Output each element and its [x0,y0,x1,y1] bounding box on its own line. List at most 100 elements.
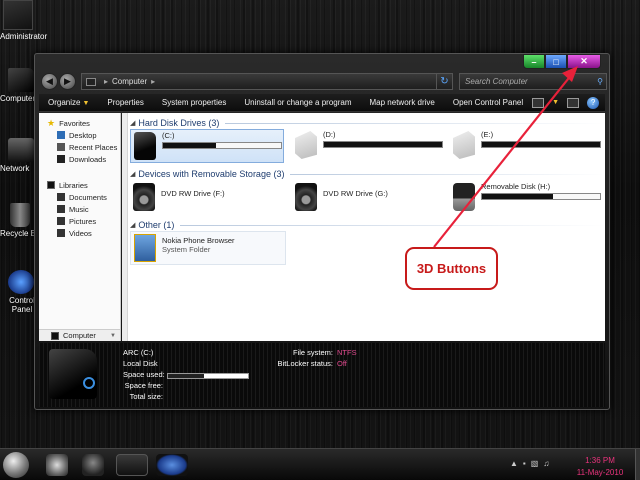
taskbar-app-button[interactable] [156,454,188,476]
nav-label: Recent Places [69,142,118,152]
clock-time: 1:36 PM [585,456,615,465]
tray-app-icon[interactable]: ▪ [523,459,526,468]
desktop-icon [57,131,65,139]
computer-icon [86,77,96,86]
dvd-drive-icon [133,183,155,211]
nav-label: Pictures [69,216,97,226]
properties-button[interactable]: Properties [98,98,152,107]
nav-favorites[interactable]: ★ Favorites [39,117,120,129]
nav-label: Libraries [59,180,88,190]
drive-name: DVD RW Drive (G:) [323,189,388,198]
space-used-bar [167,373,249,379]
section-hard-disk-drives[interactable]: ◢ Hard Disk Drives (3) [128,117,605,129]
star-icon: ★ [47,118,56,128]
taskbar: ▲ ▪ ▧ ♫ 1:36 PM 11-May-2010 [0,448,640,480]
details-pane: ARC (C:) Local Disk Space used: Space fr… [39,343,605,407]
section-other[interactable]: ◢ Other (1) [128,219,605,231]
nav-item-music[interactable]: Music [39,203,120,215]
drive-tile-c[interactable]: (C:) [130,129,284,163]
media-player-icon[interactable] [46,454,68,476]
search-icon[interactable]: ⚲ [597,74,603,89]
preview-pane-icon[interactable] [567,97,580,108]
downloads-icon [57,155,65,163]
breadcrumb-computer[interactable]: Computer [112,77,147,86]
volume-icon[interactable]: ♫ [543,459,549,468]
nav-item-recent-places[interactable]: Recent Places [39,141,120,153]
drive-usage-bar [481,193,601,200]
drive-tile-e[interactable]: (E:) [450,129,605,163]
taskbar-clock[interactable]: 1:36 PM 11-May-2010 [565,455,635,479]
show-desktop-button[interactable] [635,449,640,480]
desktop-user[interactable]: Administrator [0,0,60,41]
nav-label: Favorites [59,118,90,128]
nav-label: Downloads [69,154,107,164]
nav-item-pictures[interactable]: Pictures [39,215,120,227]
drive-tile-d[interactable]: (D:) [292,129,452,163]
section-title: Other (1) [138,220,175,230]
section-removable-storage[interactable]: ◢ Devices with Removable Storage (3) [128,168,605,180]
map-network-drive-button[interactable]: Map network drive [361,98,444,107]
drive-tile-g[interactable]: DVD RW Drive (G:) [292,181,448,215]
hard-drive-icon [134,132,156,160]
maximize-button[interactable]: □ [545,54,567,69]
collapse-triangle-icon: ◢ [130,120,136,127]
close-button[interactable]: ✕ [567,54,601,69]
section-divider [225,122,605,124]
chevron-down-icon[interactable]: ▼ [110,333,116,339]
item-nokia-phone-browser[interactable]: Nokia Phone Browser System Folder [130,231,286,265]
nav-item-downloads[interactable]: Downloads [39,153,120,165]
hard-drive-icon [453,131,475,159]
command-bar: Organize ▼ Properties System properties U… [39,94,605,112]
taskbar-explorer-button[interactable] [116,454,148,476]
address-bar[interactable]: ▸ Computer ▸ ▾ [81,73,451,90]
nav-label: Computer [63,331,96,340]
organize-button[interactable]: Organize ▼ [39,98,98,107]
nav-item-documents[interactable]: Documents [39,191,120,203]
help-icon[interactable]: ? [587,96,600,109]
pictures-icon [57,217,65,225]
refresh-button[interactable]: ↻ [436,73,453,90]
browser-icon[interactable] [82,454,104,476]
drive-usage-bar [162,142,282,149]
explorer-window: – □ ✕ ◀ ▶ ▸ Computer ▸ ▾ ↻ Search Comput… [34,53,610,410]
content-pane: ◢ Hard Disk Drives (3) (C:) (D:) (E:) ◢ De… [128,113,605,341]
recycle-bin-icon [10,203,30,227]
section-title: Hard Disk Drives (3) [138,118,220,128]
details-space-used-label: Space used: [123,370,165,379]
chevron-down-icon: ▼ [82,100,90,107]
system-properties-button[interactable]: System properties [153,98,235,107]
nav-item-videos[interactable]: Videos [39,227,120,239]
nav-item-computer[interactable]: Computer ▼ [39,329,120,341]
network-tray-icon[interactable]: ▧ [531,459,539,468]
forward-arrow-icon: ▶ [64,76,71,86]
drive-usage-bar [481,141,601,148]
view-options-icon[interactable] [532,97,545,108]
drive-name: (C:) [162,131,175,140]
drive-name: (D:) [323,130,336,139]
forward-button[interactable]: ▶ [59,73,76,90]
back-button[interactable]: ◀ [41,73,58,90]
search-input[interactable]: Search Computer ⚲ [459,73,607,90]
open-control-panel-button[interactable]: Open Control Panel [444,98,532,107]
caption-buttons: – □ ✕ [523,54,601,69]
chevron-right-icon[interactable]: ▸ [151,77,155,86]
start-button[interactable] [3,452,29,478]
drive-name: (E:) [481,130,494,139]
libraries-icon [47,181,55,189]
section-divider [290,173,605,175]
drive-tile-f[interactable]: DVD RW Drive (F:) [130,181,286,215]
details-total-size-label: Total size: [129,392,163,401]
nav-item-desktop[interactable]: Desktop [39,129,120,141]
chevron-down-icon[interactable]: ▼ [552,99,559,106]
nav-libraries[interactable]: Libraries [39,179,120,191]
minimize-button[interactable]: – [523,54,545,69]
drive-tile-h[interactable]: Removable Disk (H:) [450,181,605,215]
section-divider [180,224,605,226]
tray-chevron-icon[interactable]: ▲ [510,459,518,468]
bitlocker-label: BitLocker status: [277,359,333,368]
annotation-callout: 3D Buttons [405,247,498,290]
uninstall-program-button[interactable]: Uninstall or change a program [235,98,360,107]
dvd-drive-icon [295,183,317,211]
drive-usage-fill [482,194,553,199]
chevron-right-icon[interactable]: ▸ [104,77,108,86]
